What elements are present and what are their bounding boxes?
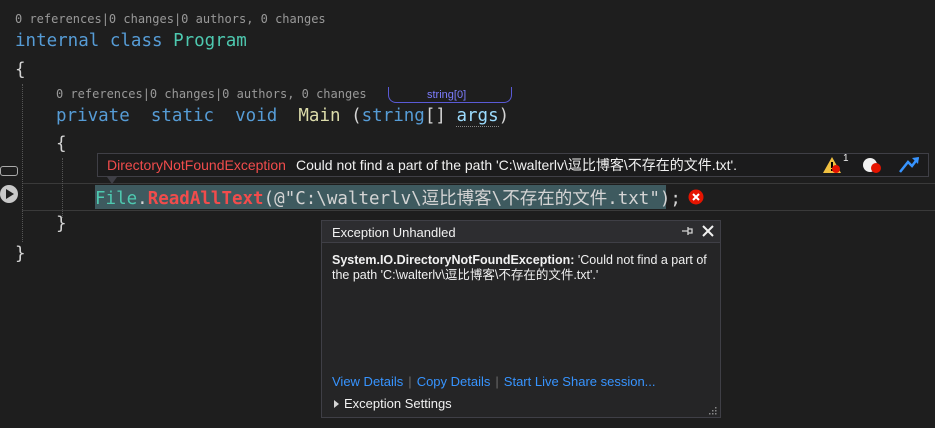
inline-hint: string[0] xyxy=(427,89,467,101)
keyword-static: static xyxy=(150,106,215,126)
call-class[interactable]: File xyxy=(95,189,137,209)
param-type: string xyxy=(361,106,425,126)
brace-close-class: } xyxy=(15,244,26,264)
live-share-link[interactable]: Start Live Share session... xyxy=(504,374,656,389)
error-icon[interactable] xyxy=(688,189,704,205)
brackets: [] xyxy=(424,106,446,126)
keyword-class: class xyxy=(109,31,163,51)
call-string: "C:\walterlv\逗比博客\不存在的文件.txt" xyxy=(284,189,660,209)
brace-open-class: { xyxy=(15,60,26,80)
break-icon[interactable] xyxy=(862,156,884,174)
copy-details-link[interactable]: Copy Details xyxy=(417,374,491,389)
call-close: ); xyxy=(659,189,681,209)
code-line-main-decl: private static void Main (string[] args) xyxy=(56,106,510,127)
exception-full-name: System.IO.DirectoryNotFoundException: xyxy=(332,253,575,267)
codelens-class[interactable]: 0 references|0 changes|0 authors, 0 chan… xyxy=(15,12,326,26)
exception-pointer xyxy=(107,177,117,184)
keyword-internal: internal xyxy=(15,31,100,51)
method-name-main[interactable]: Main xyxy=(298,106,340,126)
dot: . xyxy=(137,189,148,209)
paren-close: ) xyxy=(498,106,510,126)
warning-icon[interactable]: 1 xyxy=(822,153,849,174)
indent-guide xyxy=(22,84,23,242)
collapse-glyph-icon[interactable] xyxy=(0,166,18,176)
brace-close-method: } xyxy=(56,214,67,234)
exception-settings-toggle[interactable]: Exception Settings xyxy=(334,396,452,411)
exception-helper-popup: Exception Unhandled System.IO.DirectoryN… xyxy=(321,220,721,418)
popup-links: View Details | Copy Details | Start Live… xyxy=(332,374,656,389)
expand-triangle-icon xyxy=(334,400,339,408)
view-details-link[interactable]: View Details xyxy=(332,374,403,389)
brace-open-method: { xyxy=(56,134,67,154)
link-separator: | xyxy=(408,374,412,389)
resize-grip-icon[interactable] xyxy=(707,404,717,415)
exception-type[interactable]: DirectoryNotFoundException xyxy=(107,157,286,173)
current-statement-arrow-icon[interactable] xyxy=(0,185,18,203)
warning-count: 1 xyxy=(843,153,849,164)
popup-body: System.IO.DirectoryNotFoundException: 'C… xyxy=(322,243,720,293)
close-icon[interactable] xyxy=(701,224,715,238)
call-open: (@ xyxy=(263,189,285,209)
call-method[interactable]: ReadAllText xyxy=(148,189,264,209)
param-name[interactable]: args xyxy=(456,106,499,127)
code-line-class-decl: internal class Program xyxy=(15,31,247,51)
code-line-readalltext[interactable]: File.ReadAllText(@"C:\walterlv\逗比博客\不存在的… xyxy=(95,185,681,210)
pin-icon[interactable] xyxy=(680,224,694,238)
exception-message: Could not find a part of the path 'C:\wa… xyxy=(295,157,738,173)
codelens-method[interactable]: 0 references|0 changes|0 authors, 0 chan… xyxy=(56,87,367,101)
indent-guide xyxy=(62,158,63,218)
link-separator: | xyxy=(495,374,499,389)
send-feedback-icon[interactable] xyxy=(898,156,920,174)
exception-settings-label: Exception Settings xyxy=(344,396,452,411)
popup-title: Exception Unhandled xyxy=(332,225,456,240)
keyword-private: private xyxy=(56,106,130,126)
exception-bar[interactable]: DirectoryNotFoundException Could not fin… xyxy=(97,153,929,177)
keyword-void: void xyxy=(235,106,278,126)
class-name[interactable]: Program xyxy=(173,31,247,51)
paren-open: ( xyxy=(351,106,362,126)
popup-header: Exception Unhandled xyxy=(322,221,720,243)
